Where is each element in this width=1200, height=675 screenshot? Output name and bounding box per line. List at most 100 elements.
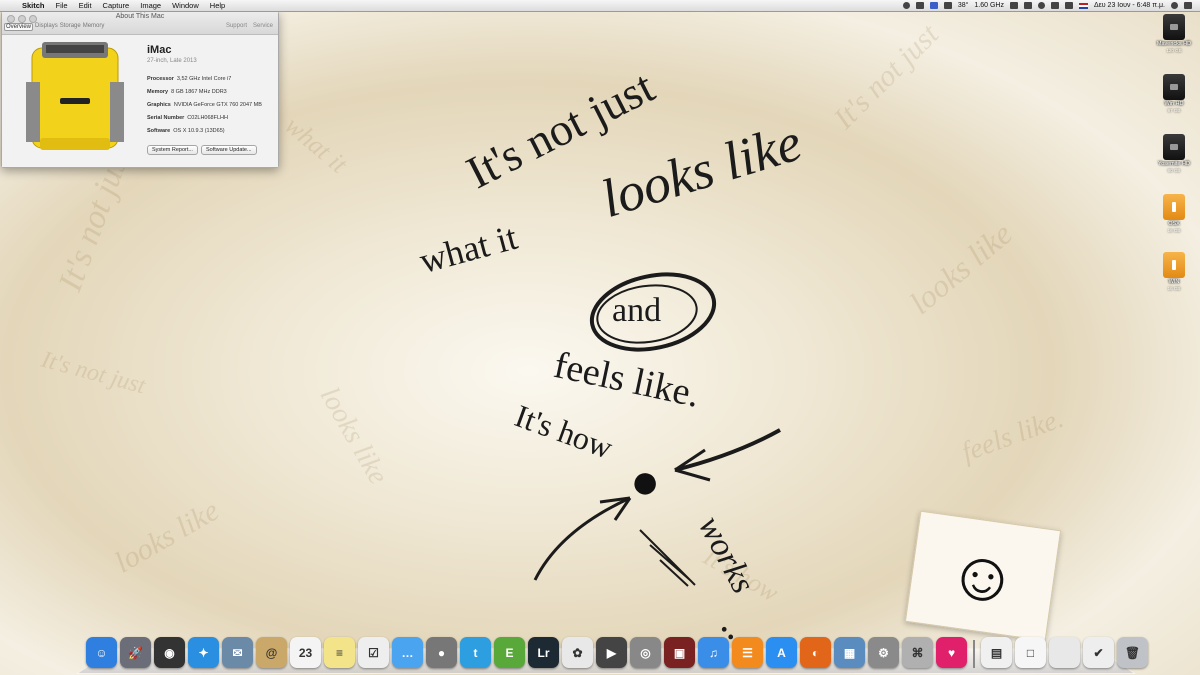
service-link[interactable]: Service (253, 23, 273, 29)
dock-photos-icon[interactable]: ✿ (562, 637, 593, 668)
spec-serial: Serial Number C02LH068FLHH (147, 115, 228, 121)
spec-label: Processor (147, 76, 174, 82)
tab-displays[interactable]: Displays (35, 23, 58, 31)
clock-readout[interactable]: Δευ 23 Ιουν - 6:48 π.μ. (1094, 2, 1165, 9)
wifi-icon[interactable] (1037, 2, 1045, 9)
tab-overview[interactable]: Overview (4, 23, 34, 31)
dock-preview-icon[interactable]: ✉ (222, 637, 253, 668)
spotlight-icon[interactable] (1171, 2, 1178, 9)
menu-file[interactable]: File (56, 1, 68, 10)
dock-app-store-icon[interactable]: A (766, 637, 797, 668)
dock-facetime-icon[interactable]: ● (426, 637, 457, 668)
spec-software: Software OS X 10.9.3 (13D65) (147, 128, 225, 134)
volume-icon[interactable] (1064, 2, 1073, 9)
memory-status-icon[interactable] (1009, 2, 1018, 9)
apple-menu-icon[interactable] (8, 2, 16, 10)
drive-info: 97 GB (1167, 108, 1181, 113)
menu-image[interactable]: Image (140, 1, 161, 10)
drive-win-usb[interactable]: WIN 16 GB (1150, 252, 1198, 292)
dock-dashboard-icon[interactable]: ◉ (154, 637, 185, 668)
system-report-button[interactable]: System Report... (147, 145, 198, 155)
dock-stack-documents-icon[interactable]: ▤ (981, 637, 1012, 668)
dock-network-utility-icon[interactable]: ⌘ (902, 637, 933, 668)
tab-storage[interactable]: Storage (60, 23, 81, 31)
spec-graphics: Graphics NVIDIA GeForce GTX 760 2047 MB (147, 102, 262, 108)
drive-info: 80 GB (1167, 168, 1181, 173)
temperature-readout[interactable]: 38° (958, 2, 969, 9)
tab-memory[interactable]: Memory (83, 23, 105, 31)
dock-notes-icon[interactable]: ≡ (324, 637, 355, 668)
quote-and: and (612, 292, 662, 329)
dock-separator (973, 640, 975, 668)
hard-drive-icon (1163, 134, 1185, 160)
drive-mavericks-hd[interactable]: Mavericks HD 120 GB (1150, 14, 1198, 54)
dock-system-preferences-icon[interactable]: ⚙ (868, 637, 899, 668)
menu-help[interactable]: Help (210, 1, 225, 10)
bluetooth-icon[interactable] (1050, 2, 1059, 9)
spec-value: C02LH068FLHH (187, 115, 228, 121)
dock-calendar-icon[interactable]: 23 (290, 637, 321, 668)
quote-line-2b: looks like (594, 111, 809, 230)
network-status-icon[interactable] (1023, 2, 1032, 9)
drive-info: 120 GB (1166, 48, 1182, 53)
dock-evernote-icon[interactable]: E (494, 637, 525, 668)
smiley-icon: ☺ (942, 532, 1024, 620)
dock-archive-utility-icon[interactable]: ▦ (834, 637, 865, 668)
dock-aperture-icon[interactable]: ◎ (630, 637, 661, 668)
spec-value: OS X 10.9.3 (13D65) (173, 128, 225, 134)
cpu-readout[interactable]: 1.60 GHz (974, 2, 1004, 9)
skitch-status-icon[interactable] (902, 2, 910, 9)
dock-final-cut-icon[interactable]: ▶ (596, 637, 627, 668)
dock-finder-icon[interactable]: ☺ (86, 637, 117, 668)
wallpaper-text: looks like (109, 493, 225, 580)
drive-name: OSX (1168, 221, 1180, 227)
bolt-status-icon[interactable] (915, 2, 924, 9)
menu-bar: Skitch File Edit Capture Image Window He… (0, 0, 1200, 12)
dock-itunes-icon[interactable]: ♫ (698, 637, 729, 668)
spec-value: 8 GB 1867 MHz DDR3 (171, 89, 227, 95)
dock-ibooks-icon[interactable]: ☰ (732, 637, 763, 668)
spec-label: Memory (147, 89, 169, 95)
fan-status-icon[interactable] (943, 2, 952, 9)
menu-capture[interactable]: Capture (103, 1, 130, 10)
menu-window[interactable]: Window (172, 1, 199, 10)
dock-stack-downloads-icon[interactable]: ✔ (1083, 637, 1114, 668)
input-flag-icon[interactable] (1078, 2, 1088, 9)
model-name: iMac (147, 44, 172, 56)
dock-contacts-icon[interactable]: @ (256, 637, 287, 668)
support-link[interactable]: Support (226, 23, 247, 29)
dock-messages-icon[interactable]: … (392, 637, 423, 668)
drive-yosemite-hd[interactable]: Yosemite HD 80 GB (1150, 134, 1198, 174)
notification-center-icon[interactable] (1184, 2, 1192, 9)
dock-firefox-icon[interactable]: ◐ (800, 637, 831, 668)
spec-value: NVIDIA GeForce GTX 760 2047 MB (173, 102, 262, 108)
dock-launchpad-icon[interactable]: 🚀 (120, 637, 151, 668)
dock-lightroom-icon[interactable]: Lr (528, 637, 559, 668)
window-title: About This Mac (115, 13, 165, 20)
dock-trash-icon[interactable]: 🗑 (1117, 637, 1148, 668)
dock-heart-app-icon[interactable]: ♥ (936, 637, 967, 668)
status-area: 38° 1.60 GHz Δευ 23 Ιουν - 6:48 π.μ. (902, 0, 1192, 11)
arrows-drawing (533, 428, 781, 587)
drive-osx-usb[interactable]: OSX 16 GB (1150, 194, 1198, 234)
software-update-button[interactable]: Software Update... (201, 145, 257, 155)
wallpaper-text: It's not just (38, 346, 149, 400)
dock-twitter-icon[interactable]: t (460, 637, 491, 668)
spec-label: Software (147, 128, 171, 134)
about-links: Support Service (226, 23, 273, 29)
dock-reminders-icon[interactable]: ☑ (358, 637, 389, 668)
window-titlebar[interactable]: About This Mac Overview Displays Storage… (2, 12, 278, 35)
menu-edit[interactable]: Edit (79, 1, 92, 10)
dock-stack-applications-icon[interactable]: □ (1015, 637, 1046, 668)
usb-drive-icon (1163, 194, 1185, 220)
menu-app-name[interactable]: Skitch (22, 1, 45, 10)
quote-line-2a: what it (415, 216, 522, 282)
cloud-status-icon[interactable] (929, 2, 938, 9)
dock-safari-icon[interactable]: ✦ (188, 637, 219, 668)
drive-win-hd[interactable]: Win HD 97 GB (1150, 74, 1198, 114)
usb-drive-icon (1163, 252, 1185, 278)
drive-info: 16 GB (1167, 228, 1181, 233)
dock-stack-apple-icon[interactable] (1049, 637, 1080, 668)
dock-photo-booth-icon[interactable]: ▣ (664, 637, 695, 668)
wallpaper-text: looks like (902, 215, 1019, 322)
